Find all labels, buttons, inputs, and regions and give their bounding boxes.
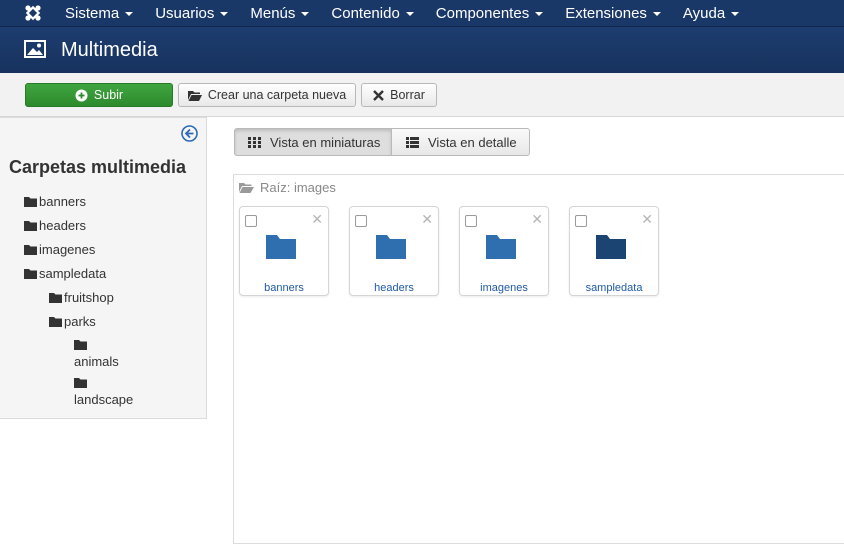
menu-contenido[interactable]: Contenido <box>319 0 423 26</box>
folder-icon <box>74 338 119 353</box>
caret-down-icon <box>405 12 414 16</box>
breadcrumb-path: Raíz: images <box>260 180 336 195</box>
folder-thumb-headers: ✕ headers <box>349 206 439 296</box>
folder-icon <box>24 220 37 231</box>
folder-icon[interactable] <box>264 233 298 261</box>
folder-thumb-imagenes: ✕ imagenes <box>459 206 549 296</box>
folder-open-icon <box>187 90 202 101</box>
menu-label: Usuarios <box>155 4 215 22</box>
tree-label: headers <box>39 218 86 233</box>
tree-item-banners[interactable]: banners <box>24 194 86 209</box>
detail-view-label: Vista en detalle <box>428 134 517 150</box>
sidebar-title: Carpetas multimedia <box>9 157 187 177</box>
tree-label: landscape <box>74 392 134 407</box>
list-icon <box>406 136 419 148</box>
tree-item-landscape[interactable]: landscape <box>74 376 133 407</box>
menu-label: Ayuda <box>682 4 726 22</box>
folder-icon[interactable] <box>484 233 518 261</box>
tree-item-fruitshop[interactable]: fruitshop <box>49 290 114 305</box>
joomla-logo-icon[interactable] <box>24 4 42 22</box>
select-checkbox[interactable] <box>575 215 587 227</box>
menu-sistema[interactable]: Sistema <box>53 0 143 26</box>
folder-open-icon <box>239 182 254 193</box>
caret-down-icon <box>731 12 740 16</box>
caret-down-icon <box>652 12 661 16</box>
folder-icon <box>24 196 37 207</box>
page-title: Multimedia <box>61 39 158 61</box>
menu-label: Extensiones <box>565 4 647 22</box>
thumbnail-view-button[interactable]: Vista en miniaturas <box>234 128 392 156</box>
folder-icon[interactable] <box>594 233 628 261</box>
upload-button-label: Subir <box>93 88 124 102</box>
delete-x-icon[interactable]: ✕ <box>311 212 323 226</box>
folder-name-link[interactable]: headers <box>350 282 438 294</box>
folder-shape <box>376 235 406 259</box>
menu-ayuda[interactable]: Ayuda <box>671 0 749 26</box>
menu-label: Contenido <box>331 4 400 22</box>
folder-name-link[interactable]: sampledata <box>570 282 658 294</box>
caret-down-icon <box>125 12 134 16</box>
breadcrumb: Raíz: images <box>239 180 336 195</box>
image-icon <box>24 40 46 58</box>
caret-down-icon <box>535 12 544 16</box>
delete-x-icon[interactable]: ✕ <box>641 212 653 226</box>
folders-sidebar: Carpetas multimedia banners headers imag… <box>0 117 207 419</box>
detail-view-button[interactable]: Vista en detalle <box>391 128 530 156</box>
menu-label: Menús <box>250 4 296 22</box>
tree-label: animals <box>74 354 119 369</box>
folder-icon <box>24 268 37 279</box>
grid-icon <box>248 136 261 148</box>
tree-label: parks <box>64 314 96 329</box>
menu-extensiones[interactable]: Extensiones <box>553 0 671 26</box>
delete-button-label: Borrar <box>390 88 425 102</box>
collapse-sidebar-icon[interactable] <box>181 125 198 142</box>
create-folder-button[interactable]: Crear una carpeta nueva <box>178 83 356 107</box>
caret-down-icon <box>220 12 229 16</box>
folder-icon <box>74 376 133 391</box>
menu-label: Sistema <box>65 4 120 22</box>
menu-menus[interactable]: Menús <box>238 0 319 26</box>
folder-shape <box>486 235 516 259</box>
tree-item-sampledata[interactable]: sampledata <box>24 266 106 281</box>
tree-item-imagenes[interactable]: imagenes <box>24 242 95 257</box>
folder-shape <box>596 235 626 259</box>
tree-label: sampledata <box>39 266 107 281</box>
top-navbar: Sistema Usuarios Menús Contenido Compone… <box>0 0 844 27</box>
select-checkbox[interactable] <box>465 215 477 227</box>
upload-button[interactable]: Subir <box>25 83 173 107</box>
page-header: Multimedia <box>0 27 844 73</box>
thumbnail-view-label: Vista en miniaturas <box>270 134 381 150</box>
folder-icon[interactable] <box>374 233 408 261</box>
folder-thumb-sampledata: ✕ sampledata <box>569 206 659 296</box>
caret-down-icon <box>301 12 310 16</box>
toolbar: Subir Crear una carpeta nueva Borrar <box>0 73 844 117</box>
select-checkbox[interactable] <box>355 215 367 227</box>
folder-icon <box>24 244 37 255</box>
close-icon <box>373 89 384 101</box>
folder-icon <box>49 316 62 327</box>
delete-button[interactable]: Borrar <box>361 83 437 107</box>
folder-icon <box>49 292 62 303</box>
folder-name-link[interactable]: banners <box>240 282 328 294</box>
folder-thumb-banners: ✕ banners <box>239 206 329 296</box>
select-checkbox[interactable] <box>245 215 257 227</box>
main-menu: Sistema Usuarios Menús Contenido Compone… <box>53 0 749 26</box>
folder-name-link[interactable]: imagenes <box>460 282 548 294</box>
tree-item-parks[interactable]: parks <box>49 314 96 329</box>
menu-usuarios[interactable]: Usuarios <box>143 0 238 26</box>
delete-x-icon[interactable]: ✕ <box>531 212 543 226</box>
tree-label: fruitshop <box>64 290 114 305</box>
tree-label: banners <box>39 194 86 209</box>
delete-x-icon[interactable]: ✕ <box>421 212 433 226</box>
tree-label: imagenes <box>39 242 96 257</box>
menu-componentes[interactable]: Componentes <box>424 0 553 26</box>
menu-label: Componentes <box>435 4 530 22</box>
folder-shape <box>266 235 296 259</box>
create-folder-label: Crear una carpeta nueva <box>207 88 347 102</box>
plus-circle-icon <box>75 89 88 102</box>
tree-item-animals[interactable]: animals <box>74 338 119 369</box>
tree-item-headers[interactable]: headers <box>24 218 86 233</box>
